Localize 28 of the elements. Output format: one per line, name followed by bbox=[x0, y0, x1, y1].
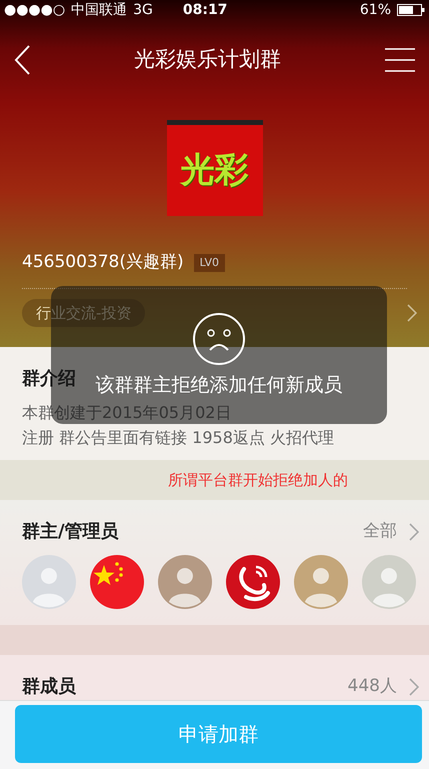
logo-avatar[interactable] bbox=[226, 555, 280, 609]
chevron-right-icon bbox=[409, 522, 419, 540]
avatar[interactable] bbox=[294, 555, 348, 609]
chevron-right-icon bbox=[407, 304, 417, 322]
intro-text: 注册 群公告里面有链接 1958返点 火招代理 bbox=[22, 427, 335, 449]
group-number: 456500378(兴趣群) bbox=[22, 251, 184, 274]
section-title: 群成员 bbox=[22, 675, 76, 699]
level-badge: LV0 bbox=[194, 254, 226, 272]
battery-percentage: 61% bbox=[360, 0, 391, 20]
chevron-right-icon bbox=[409, 678, 419, 696]
battery-icon bbox=[397, 4, 425, 16]
network-type: 3G bbox=[133, 0, 153, 20]
member-count: 448人 bbox=[348, 674, 397, 698]
flag-avatar[interactable] bbox=[90, 555, 144, 609]
join-group-button[interactable]: 申请加群 bbox=[15, 705, 422, 763]
clock-time: 08:17 bbox=[182, 0, 228, 20]
back-icon[interactable] bbox=[14, 45, 30, 75]
sad-face-icon bbox=[192, 312, 246, 366]
avatar[interactable] bbox=[158, 555, 212, 609]
signal-strength: ●●●●○ bbox=[4, 0, 66, 20]
page-title: 光彩娱乐计划群 bbox=[134, 46, 281, 74]
group-logo: 光彩 bbox=[166, 120, 262, 216]
carrier-name: 中国联通 bbox=[71, 0, 128, 20]
section-title: 群主/管理员 bbox=[22, 520, 119, 544]
view-all-link[interactable]: 全部 bbox=[363, 518, 397, 544]
toast-message: 该群群主拒绝添加任何新成员 bbox=[96, 376, 342, 395]
menu-icon[interactable] bbox=[385, 48, 415, 72]
annotation-text: 所谓平台群开始拒绝加人的 bbox=[168, 470, 348, 491]
